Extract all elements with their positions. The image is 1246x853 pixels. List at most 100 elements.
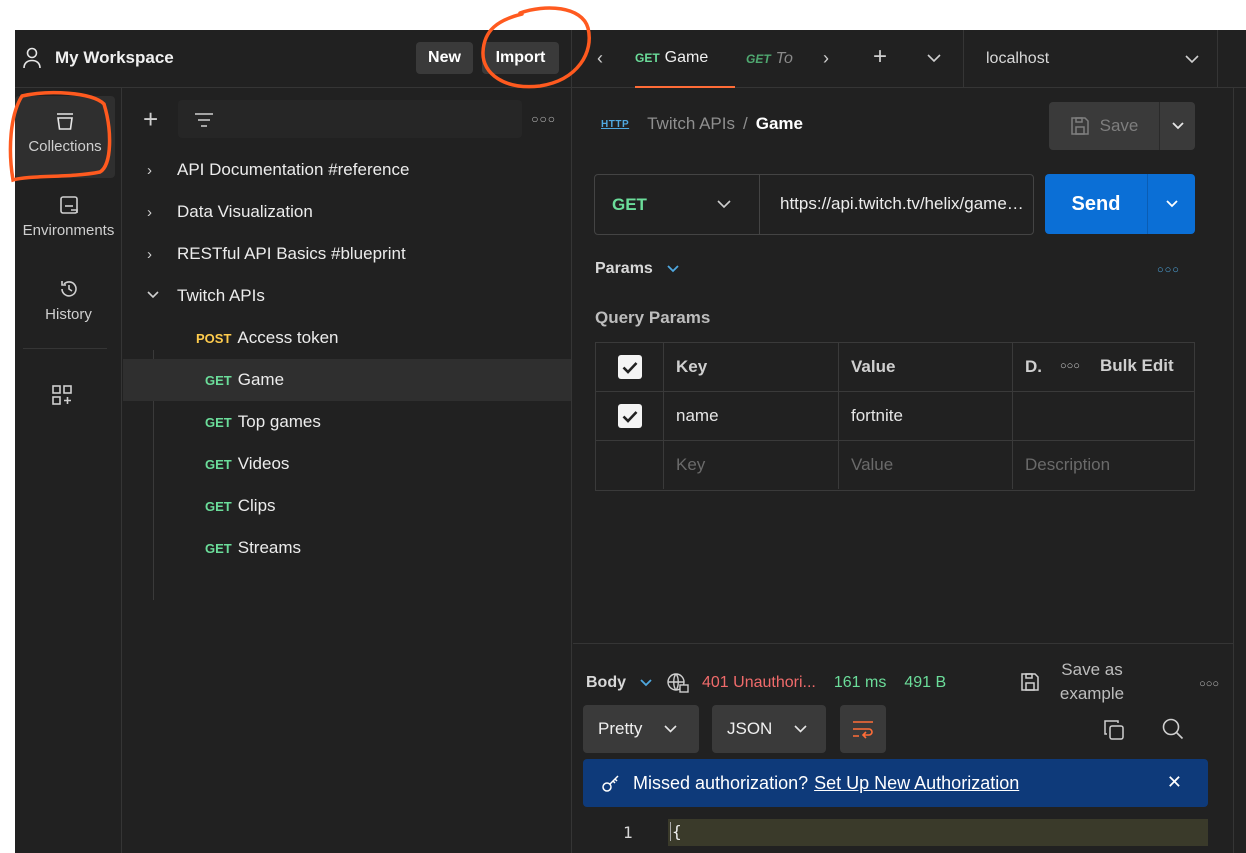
response-body-editor[interactable]: 1 {	[583, 819, 1208, 853]
body-tab[interactable]: Body	[586, 674, 626, 692]
response-size[interactable]: 491 B	[904, 674, 946, 692]
breadcrumb-parent[interactable]: Twitch APIs	[647, 114, 735, 134]
new-description-input[interactable]: Description	[1013, 441, 1196, 489]
close-icon[interactable]: ✕	[1167, 772, 1182, 793]
params-label: Params	[595, 260, 653, 277]
save-as-example-line1: Save as	[1061, 660, 1123, 679]
current-line-highlight	[668, 819, 1208, 846]
save-button-group: Save	[1049, 102, 1195, 150]
request-method: POST	[196, 331, 232, 346]
status-code[interactable]: 401 Unauthori...	[702, 674, 816, 692]
request-item[interactable]: GET Top games	[123, 401, 571, 443]
request-item[interactable]: GET Clips	[123, 485, 571, 527]
filter-icon	[195, 113, 213, 127]
save-response-icon[interactable]	[1020, 672, 1040, 692]
rail-item-collections[interactable]: Collections	[15, 96, 115, 178]
params-more-icon[interactable]: ○○○	[1157, 264, 1180, 276]
new-key-input[interactable]: Key	[664, 441, 839, 489]
request-method: GET	[205, 499, 232, 514]
collection-label: Data Visualization	[177, 202, 313, 221]
response-toolbar: Body 401 Unauthori... 161 ms 491 B Save …	[586, 658, 1219, 708]
select-all-checkbox[interactable]	[596, 343, 664, 391]
chevron-down-icon	[664, 725, 677, 733]
response-time[interactable]: 161 ms	[834, 674, 886, 692]
rail-label: Environments	[22, 222, 115, 239]
environment-selected: localhost	[986, 50, 1050, 67]
postman-app: My Workspace New Import ‹ GET Game GET T…	[15, 30, 1246, 853]
tab-top-games[interactable]: GET To	[746, 30, 798, 88]
chevron-down-icon	[1165, 200, 1178, 208]
language-select[interactable]: JSON	[712, 705, 826, 753]
column-header-description: D. ○○○ Bulk Edit	[1013, 343, 1196, 391]
tab-game[interactable]: GET Game	[635, 30, 735, 88]
checkmark-icon	[622, 361, 637, 374]
tabs-scroll-right-icon[interactable]: ›	[823, 48, 829, 69]
format-select[interactable]: Pretty	[583, 705, 699, 753]
column-header-key: Key	[664, 343, 839, 391]
new-tab-plus-icon[interactable]: +	[873, 43, 887, 71]
collection-item[interactable]: › Data Visualization	[123, 191, 571, 233]
code-line: {	[670, 822, 682, 841]
collection-item[interactable]: › API Documentation #reference	[123, 149, 571, 191]
query-params-table: Key Value D. ○○○ Bulk Edit name fortnite…	[595, 342, 1195, 491]
right-sidebar-strip	[1233, 88, 1246, 853]
send-button[interactable]: Send	[1045, 174, 1147, 234]
table-row: name fortnite	[596, 392, 1194, 441]
query-params-heading: Query Params	[595, 308, 711, 327]
request-item[interactable]: GET Videos	[123, 443, 571, 485]
new-button[interactable]: New	[416, 42, 473, 74]
table-more-icon[interactable]: ○○○	[1060, 360, 1080, 372]
request-item[interactable]: GET Streams	[123, 527, 571, 569]
rail-item-environments[interactable]: Environments	[15, 180, 122, 262]
param-key-cell[interactable]: name	[664, 392, 839, 440]
new-value-input[interactable]: Value	[839, 441, 1013, 489]
environment-select[interactable]: localhost	[963, 30, 1218, 88]
request-editor: HTTP Twitch APIs / Game Save GET https:/…	[573, 88, 1233, 853]
filter-input[interactable]	[178, 100, 522, 138]
import-button[interactable]: Import	[482, 42, 559, 74]
top-bar: My Workspace New Import ‹ GET Game GET T…	[15, 30, 1246, 88]
param-value-cell[interactable]: fortnite	[839, 392, 1013, 440]
breadcrumb-current[interactable]: Game	[756, 114, 803, 134]
network-globe-lock-icon[interactable]	[666, 672, 690, 694]
sidebar-more-icon[interactable]: ○○○	[531, 112, 556, 126]
banner-text: Missed authorization?	[633, 772, 809, 793]
url-input[interactable]: https://api.twitch.tv/helix/games?name=f…	[780, 194, 1025, 214]
tabs-scroll-left-icon[interactable]: ‹	[597, 48, 603, 69]
send-options-dropdown[interactable]	[1147, 174, 1195, 234]
add-collection-plus-icon[interactable]: +	[143, 104, 158, 135]
method-label: GET	[612, 194, 647, 214]
search-icon[interactable]	[1161, 717, 1185, 741]
request-item-selected[interactable]: GET Game	[123, 359, 571, 401]
left-rail: Collections Environments History	[15, 88, 122, 853]
wrap-lines-button[interactable]	[840, 705, 886, 753]
save-button[interactable]: Save	[1049, 102, 1159, 150]
request-item[interactable]: POST Access token	[123, 317, 571, 359]
collection-item-expanded[interactable]: Twitch APIs	[123, 275, 571, 317]
save-as-example-button[interactable]: Save as example	[1052, 658, 1132, 706]
url-bar: GET https://api.twitch.tv/helix/games?na…	[594, 174, 1034, 235]
user-icon	[23, 47, 41, 69]
method-select[interactable]: GET	[595, 175, 760, 234]
chevron-down-icon[interactable]	[640, 679, 652, 687]
copy-icon[interactable]	[1103, 719, 1125, 741]
format-label: Pretty	[598, 719, 643, 738]
setup-authorization-link[interactable]: Set Up New Authorization	[814, 773, 1019, 794]
line-number: 1	[623, 823, 633, 842]
response-more-icon[interactable]: ○○○	[1199, 678, 1219, 690]
chevron-down-icon	[717, 200, 731, 209]
bulk-edit-button[interactable]: Bulk Edit	[1100, 356, 1174, 376]
request-label: Streams	[237, 538, 302, 557]
configure-sidebar-icon[interactable]	[51, 384, 73, 406]
params-tab[interactable]: Params	[595, 260, 679, 278]
collection-item[interactable]: › RESTful API Basics #blueprint	[123, 233, 571, 275]
save-options-dropdown[interactable]	[1159, 102, 1195, 150]
response-panel: Body 401 Unauthori... 161 ms 491 B Save …	[573, 643, 1233, 853]
row-checkbox[interactable]	[596, 392, 664, 440]
tabs-dropdown-chevron-icon[interactable]	[927, 54, 941, 63]
breadcrumb-separator: /	[742, 114, 748, 133]
chevron-down-icon	[147, 291, 159, 299]
rail-item-history[interactable]: History	[15, 264, 122, 346]
workspace-title[interactable]: My Workspace	[55, 48, 174, 68]
param-description-cell[interactable]	[1013, 392, 1196, 440]
